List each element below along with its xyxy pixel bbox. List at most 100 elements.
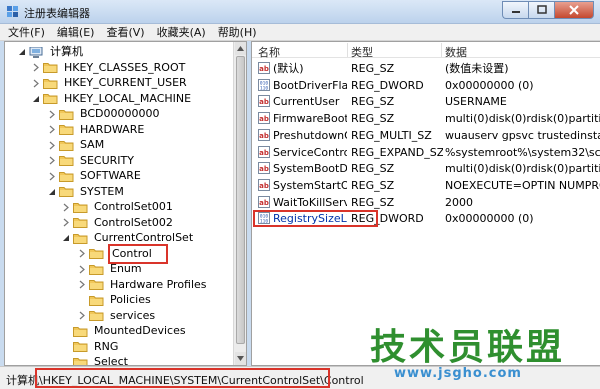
value-row[interactable]: ab FirmwareBoot... REG_SZ multi(0)disk(0)rd… bbox=[252, 110, 600, 127]
collapsed-arrow-icon[interactable] bbox=[47, 172, 56, 181]
close-button[interactable] bbox=[554, 1, 594, 19]
folder-icon bbox=[59, 140, 74, 151]
expanded-arrow-icon[interactable] bbox=[31, 94, 40, 103]
tree-node-label[interactable]: SOFTWARE bbox=[78, 168, 143, 184]
column-divider[interactable] bbox=[441, 43, 442, 57]
tree-node[interactable]: 计算机 bbox=[17, 44, 85, 60]
collapsed-arrow-icon[interactable] bbox=[77, 280, 86, 289]
tree-node[interactable]: HKEY_CLASSES_ROOT bbox=[31, 60, 187, 76]
tree-node-label[interactable]: services bbox=[108, 308, 157, 324]
column-header-name[interactable]: 名称 bbox=[258, 44, 280, 60]
registry-tree-pane: 计算机 HKEY_CLASSES_ROOT HKEY_CURRENT_USER HKE… bbox=[4, 41, 247, 366]
tree-node-label[interactable]: SECURITY bbox=[78, 153, 136, 169]
tree-node-label[interactable]: HKEY_CURRENT_USER bbox=[62, 75, 189, 91]
collapsed-arrow-icon[interactable] bbox=[47, 141, 56, 150]
maximize-button[interactable] bbox=[528, 1, 554, 19]
value-type: REG_DWORD bbox=[351, 78, 424, 92]
expanded-arrow-icon[interactable] bbox=[17, 48, 26, 57]
tree-node-label[interactable]: SYSTEM bbox=[78, 184, 126, 200]
tree-node-label[interactable]: RNG bbox=[92, 339, 120, 355]
collapsed-arrow-icon[interactable] bbox=[61, 218, 70, 227]
value-row[interactable]: ab (默认) REG_SZ (数值未设置) bbox=[252, 60, 600, 77]
value-data: 2000 bbox=[445, 195, 473, 209]
tree-node[interactable]: Hardware Profiles bbox=[77, 277, 209, 293]
menu-file[interactable]: 文件(F) bbox=[2, 24, 51, 40]
value-name: WaitToKillServi... bbox=[273, 195, 347, 209]
tree-node-label[interactable]: SAM bbox=[78, 137, 106, 153]
tree-node[interactable]: RNG bbox=[61, 339, 120, 355]
tree-node[interactable]: services bbox=[77, 308, 157, 324]
tree-node[interactable]: HKEY_LOCAL_MACHINE bbox=[31, 91, 193, 107]
collapsed-arrow-icon[interactable] bbox=[47, 156, 56, 165]
tree-node[interactable]: Policies bbox=[77, 292, 153, 308]
column-divider[interactable] bbox=[347, 43, 348, 57]
tree-node[interactable]: Select bbox=[61, 354, 130, 365]
collapsed-arrow-icon[interactable] bbox=[31, 63, 40, 72]
collapsed-arrow-icon[interactable] bbox=[77, 249, 86, 258]
tree-node-label[interactable]: ControlSet001 bbox=[92, 199, 175, 215]
scroll-up-arrow[interactable] bbox=[235, 42, 246, 55]
tree-node[interactable]: Enum bbox=[77, 261, 144, 277]
tree-node[interactable]: BCD00000000 bbox=[47, 106, 162, 122]
collapsed-arrow-icon[interactable] bbox=[47, 125, 56, 134]
tree-node-label[interactable]: Select bbox=[92, 354, 130, 365]
menu-edit[interactable]: 编辑(E) bbox=[51, 24, 101, 40]
tree-node-label[interactable]: HKEY_LOCAL_MACHINE bbox=[62, 91, 193, 107]
tree-node-label[interactable]: MountedDevices bbox=[92, 323, 188, 339]
string-value-icon: ab bbox=[258, 178, 270, 191]
value-type: REG_SZ bbox=[351, 195, 395, 209]
tree-node[interactable]: SECURITY bbox=[47, 153, 136, 169]
value-row[interactable]: ab PreshutdownO... REG_MULTI_SZ wuauserv gp… bbox=[252, 127, 600, 144]
collapsed-arrow-icon[interactable] bbox=[61, 203, 70, 212]
tree-node[interactable]: ControlSet002 bbox=[61, 215, 175, 231]
value-data: %systemroot%\system32\scext.dll bbox=[445, 145, 600, 159]
minimize-button[interactable] bbox=[502, 1, 528, 19]
collapsed-arrow-icon[interactable] bbox=[77, 311, 86, 320]
column-header-data[interactable]: 数据 bbox=[445, 44, 467, 60]
value-row[interactable]: 010110RegistrySizeLi...REG_DWORD0x000000… bbox=[252, 210, 600, 228]
expanded-arrow-icon[interactable] bbox=[47, 187, 56, 196]
tree-node[interactable]: ControlSet001 bbox=[61, 199, 175, 215]
tree-node[interactable]: SYSTEM bbox=[47, 184, 126, 200]
tree-node[interactable]: HKEY_CURRENT_USER bbox=[31, 75, 189, 91]
tree-node-label[interactable]: Policies bbox=[108, 292, 153, 308]
value-row[interactable]: ab SystemStartOp... REG_SZ NOEXECUTE=OPTIN… bbox=[252, 177, 600, 194]
scroll-thumb[interactable] bbox=[236, 56, 245, 344]
tree-node[interactable]: SOFTWARE bbox=[47, 168, 143, 184]
value-row[interactable]: ab CurrentUser REG_SZ USERNAME bbox=[252, 93, 600, 110]
tree-node-label[interactable]: Enum bbox=[108, 261, 144, 277]
column-header-type[interactable]: 类型 bbox=[351, 44, 373, 60]
expanded-arrow-icon[interactable] bbox=[61, 234, 70, 243]
value-row[interactable]: ab SystemBootDe... REG_SZ multi(0)disk(0)rd… bbox=[252, 160, 600, 177]
value-row[interactable]: 010110BootDriverFlags REG_DWORD 0x00000000… bbox=[252, 77, 600, 94]
menu-view[interactable]: 查看(V) bbox=[100, 24, 150, 40]
tree-node-label[interactable]: Hardware Profiles bbox=[108, 277, 209, 293]
folder-icon bbox=[59, 155, 74, 166]
tree-node[interactable]: HARDWARE bbox=[47, 122, 146, 138]
tree-node[interactable]: SAM bbox=[47, 137, 106, 153]
tree-node-label[interactable]: 计算机 bbox=[48, 44, 85, 60]
tree-node[interactable]: MountedDevices bbox=[61, 323, 188, 339]
tree-node-label[interactable]: HARDWARE bbox=[78, 122, 146, 138]
collapsed-arrow-icon[interactable] bbox=[47, 110, 56, 119]
watermark-url: www.jsgho.com bbox=[394, 366, 522, 381]
menu-favorites[interactable]: 收藏夹(A) bbox=[151, 24, 212, 40]
value-row[interactable]: ab ServiceControl... REG_EXPAND_SZ%systemr… bbox=[252, 144, 600, 161]
tree-node-label[interactable]: ControlSet002 bbox=[92, 215, 175, 231]
value-data: 0x00000000 (0) bbox=[445, 212, 534, 226]
tree-node[interactable]: Control bbox=[77, 243, 168, 264]
annotation-highlight-box bbox=[35, 368, 330, 388]
scroll-down-arrow[interactable] bbox=[235, 352, 246, 365]
folder-icon bbox=[73, 217, 88, 228]
value-data: multi(0)disk(0)rdisk(0)partition(1) bbox=[445, 112, 600, 126]
menu-help[interactable]: 帮助(H) bbox=[212, 24, 263, 40]
value-row[interactable]: ab WaitToKillServi... REG_SZ 2000 bbox=[252, 194, 600, 211]
collapsed-arrow-icon[interactable] bbox=[31, 79, 40, 88]
tree-vertical-scrollbar[interactable] bbox=[233, 42, 246, 365]
open-folder-icon bbox=[89, 248, 104, 259]
collapsed-arrow-icon[interactable] bbox=[77, 265, 86, 274]
tree-node-label[interactable]: HKEY_CLASSES_ROOT bbox=[62, 60, 187, 76]
tree-node-label[interactable]: BCD00000000 bbox=[78, 106, 162, 122]
